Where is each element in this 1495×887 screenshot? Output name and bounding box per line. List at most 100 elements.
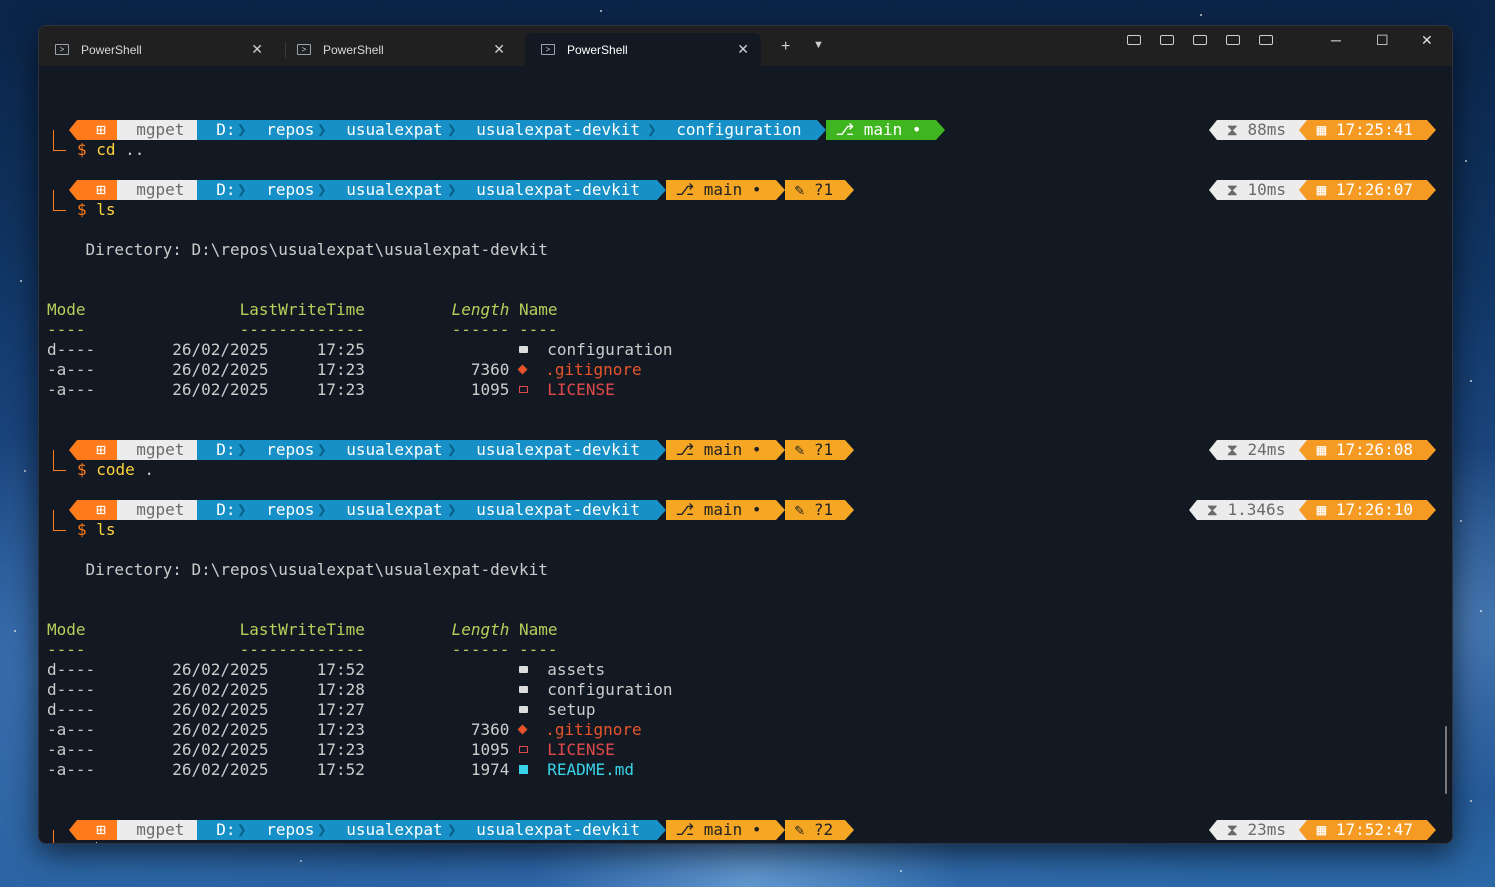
- command-line[interactable]: $ code .: [77, 460, 154, 480]
- path-separator-icon: ❯: [447, 120, 457, 140]
- segment-cap: [1209, 180, 1217, 200]
- folder-icon: [519, 665, 529, 673]
- segment-cap: [69, 500, 77, 520]
- tab-powershell-1[interactable]: > PowerShell ✕: [39, 33, 275, 66]
- folder-icon: [519, 705, 529, 713]
- terminal-output[interactable]: ⊞ mgpet D: ❯ repos ❯ usualexpat ❯ usualexpa…: [39, 66, 1452, 843]
- path-separator-icon: ❯: [237, 820, 247, 840]
- command-line[interactable]: $ ls: [77, 520, 116, 540]
- git-branch-segment: ⎇ main •: [666, 500, 776, 520]
- close-tab-icon[interactable]: ✕: [251, 41, 263, 58]
- command-args: ..: [115, 140, 145, 159]
- segment-cap: [1209, 820, 1217, 840]
- directory-header: Directory: D:\repos\usualexpat\usualexpa…: [47, 560, 548, 579]
- file-meta: -a--- 26/02/2025 17:23 1095: [47, 380, 520, 399]
- file-meta: d---- 26/02/2025 17:28: [47, 680, 520, 699]
- segment-cap: [69, 440, 77, 460]
- segment-arrow: [776, 440, 785, 460]
- windows-icon: ⊞: [77, 820, 117, 840]
- prompt-symbol: $: [77, 520, 97, 539]
- prompt-path-segment: usualexpat: [327, 820, 457, 840]
- scrollbar[interactable]: [1445, 726, 1447, 794]
- segment-cap: [1299, 180, 1307, 200]
- column-headers: Mode LastWriteTime Length Name: [47, 300, 558, 320]
- segment-arrow: [1427, 440, 1436, 460]
- prompt-path-segment: usualexpat-devkit: [457, 120, 657, 140]
- new-tab-button[interactable]: +: [781, 38, 790, 56]
- prompt-path-segment: usualexpat: [327, 120, 457, 140]
- path-separator-icon: ❯: [317, 120, 327, 140]
- powershell-icon: >: [541, 44, 555, 55]
- command-line[interactable]: $ ls: [77, 200, 116, 220]
- segment-arrow: [776, 820, 785, 840]
- file-row[interactable]: -a--- 26/02/2025 17:23 7360 .gitignore: [47, 720, 642, 740]
- execution-time: ⧗ 1.346s: [1197, 500, 1307, 520]
- folder-icon: [519, 345, 529, 353]
- file-row[interactable]: d---- 26/02/2025 17:25 configuration: [47, 340, 673, 360]
- segment-cap: [1189, 500, 1197, 520]
- git-branch-segment: ⎇ main •: [666, 180, 776, 200]
- segment-cap: [1299, 500, 1307, 520]
- display-icon[interactable]: [1226, 35, 1240, 45]
- header-lastwritetime: LastWriteTime: [239, 300, 452, 319]
- file-name: .gitignore: [526, 720, 642, 739]
- prompt-line: ⊞ mgpet D: ❯ repos ❯ usualexpat ❯ usualexpa…: [47, 120, 1442, 140]
- file-row[interactable]: d---- 26/02/2025 17:52 assets: [47, 660, 605, 680]
- title-bar: > PowerShell ✕ > PowerShell ✕ > PowerShe…: [39, 26, 1452, 66]
- header-mode: Mode: [47, 300, 240, 319]
- file-row[interactable]: -a--- 26/02/2025 17:23 1095 LICENSE: [47, 740, 615, 760]
- monitor-icon[interactable]: [1193, 35, 1207, 45]
- snap-icon[interactable]: [1259, 35, 1273, 45]
- path-separator-icon: ❯: [317, 180, 327, 200]
- file-row[interactable]: d---- 26/02/2025 17:28 configuration: [47, 680, 673, 700]
- segment-cap: [69, 820, 77, 840]
- command-text: code: [96, 460, 135, 479]
- window-icon[interactable]: [1160, 35, 1174, 45]
- maximize-button[interactable]: ☐: [1376, 32, 1389, 49]
- file-name: README.md: [528, 760, 634, 779]
- windows-icon: ⊞: [77, 440, 117, 460]
- tab-powershell-3[interactable]: > PowerShell ✕: [525, 33, 761, 66]
- segment-arrow: [845, 180, 854, 200]
- file-row[interactable]: -a--- 26/02/2025 17:52 1974 README.md: [47, 760, 634, 780]
- segment-arrow: [657, 180, 666, 200]
- segment-arrow: [845, 440, 854, 460]
- prompt-path-segment: repos: [247, 180, 327, 200]
- file-meta: d---- 26/02/2025 17:52: [47, 660, 520, 679]
- segment-arrow: [657, 500, 666, 520]
- command-line[interactable]: $ cd ..: [77, 140, 144, 160]
- prompt-path-segment: usualexpat: [327, 500, 457, 520]
- markdown-icon: [519, 764, 529, 774]
- close-window-button[interactable]: ✕: [1421, 32, 1433, 49]
- command-text: ls: [96, 520, 116, 539]
- file-row[interactable]: d---- 26/02/2025 17:27 setup: [47, 700, 595, 720]
- file-row[interactable]: -a--- 26/02/2025 17:23 7360 .gitignore: [47, 360, 642, 380]
- segment-arrow: [1427, 180, 1436, 200]
- segment-arrow: [657, 440, 666, 460]
- minimize-button[interactable]: ─: [1331, 32, 1341, 48]
- header-name: Name: [509, 300, 558, 319]
- segment-arrow: [657, 820, 666, 840]
- path-separator-icon: ❯: [317, 500, 327, 520]
- file-row[interactable]: -a--- 26/02/2025 17:23 1095 LICENSE: [47, 380, 615, 400]
- clock-time: ▦ 17:26:07: [1307, 180, 1427, 200]
- prompt-symbol: $: [77, 460, 97, 479]
- command-line[interactable]: $: [77, 840, 98, 843]
- tab-powershell-2[interactable]: > PowerShell ✕: [281, 33, 517, 66]
- layout-icon[interactable]: [1127, 35, 1141, 45]
- clock-time: ▦ 17:26:10: [1307, 500, 1427, 520]
- prompt-symbol: $: [77, 840, 96, 843]
- prompt-user: mgpet: [117, 120, 197, 140]
- command-text: ls: [96, 200, 116, 219]
- segment-cap: [1209, 120, 1217, 140]
- close-tab-icon[interactable]: ✕: [737, 41, 749, 58]
- prompt-connector: [53, 510, 66, 531]
- header-mode: Mode: [47, 620, 240, 639]
- column-underline: ---- ------------- ------ ----: [47, 320, 558, 339]
- path-separator-icon: ❯: [447, 440, 457, 460]
- header-name: Name: [509, 620, 558, 639]
- license-icon: [519, 385, 529, 393]
- close-tab-icon[interactable]: ✕: [493, 41, 505, 58]
- git-status-segment: ✎ ?1: [785, 500, 845, 520]
- tab-dropdown-button[interactable]: ▼: [813, 39, 824, 51]
